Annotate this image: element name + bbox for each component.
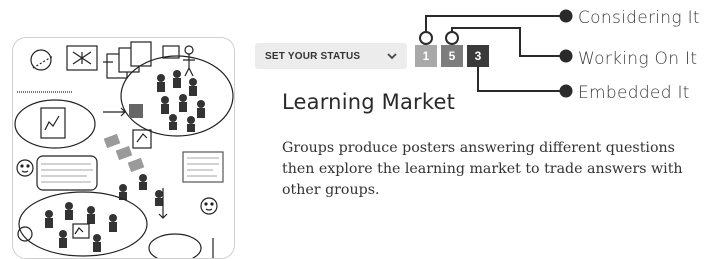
working-dot-icon — [559, 49, 573, 63]
considering-dot-icon — [559, 9, 573, 23]
status-legend-connectors — [419, 9, 573, 98]
embedded-dot-icon — [559, 84, 573, 98]
activity-description: Groups produce posters answering differe… — [282, 140, 683, 198]
activity-title: Learning Market — [282, 90, 456, 114]
legend-working: Working On It — [578, 49, 698, 69]
legend-considering: Considering It — [578, 8, 700, 28]
legend-embedded: Embedded It — [578, 83, 690, 103]
